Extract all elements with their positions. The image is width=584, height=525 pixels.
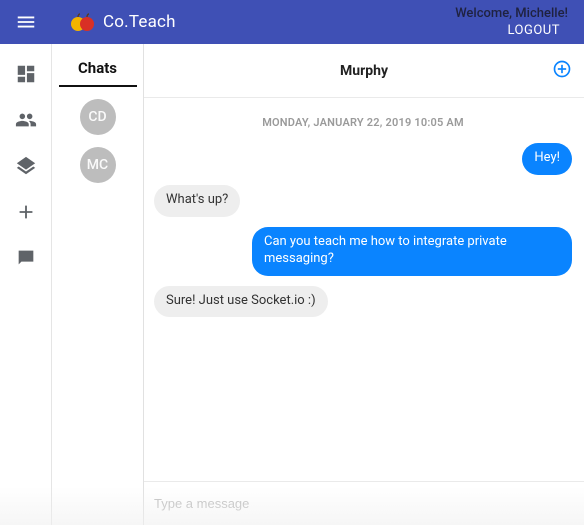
chat-main: Murphy MONDAY, JANUARY 22, 2019 10:05 AM…: [144, 44, 584, 525]
menu-button[interactable]: [0, 11, 52, 33]
sidebar-item-add[interactable]: [14, 200, 38, 224]
chat-list-item[interactable]: MC: [80, 147, 116, 183]
welcome-text: Welcome, Michelle!: [455, 6, 574, 21]
top-right: Welcome, Michelle! LOGOUT: [455, 0, 574, 44]
plus-circle-icon: [552, 59, 572, 79]
message-row: What's up?: [154, 185, 572, 217]
content: Chats CD MC Murphy MONDAY, JANUARY 22, 2…: [52, 44, 584, 525]
message-row: Sure! Just use Socket.io :): [154, 286, 572, 318]
icon-sidebar: [0, 44, 52, 525]
hamburger-icon: [15, 11, 37, 33]
chat-list-item[interactable]: CD: [80, 99, 116, 135]
add-participant-button[interactable]: [552, 59, 572, 83]
message-bubble-received: Sure! Just use Socket.io :): [154, 286, 328, 318]
logout-button[interactable]: LOGOUT: [507, 23, 574, 38]
brand: Co.Teach: [70, 12, 176, 32]
message-input[interactable]: [154, 496, 574, 511]
message-bubble-received: What's up?: [154, 185, 240, 217]
chats-panel: Chats CD MC: [52, 44, 144, 525]
top-bar: Co.Teach Welcome, Michelle! LOGOUT: [0, 0, 584, 44]
chat-icon: [15, 247, 37, 269]
message-composer: [144, 481, 584, 525]
chat-header: Murphy: [144, 44, 584, 98]
avatar-initials: CD: [88, 109, 106, 125]
people-icon: [15, 109, 37, 131]
brand-logo-icon: [70, 12, 98, 32]
message-row: Can you teach me how to integrate privat…: [154, 227, 572, 276]
message-bubble-sent: Hey!: [522, 143, 572, 175]
dashboard-icon: [15, 63, 37, 85]
avatar-initials: MC: [87, 157, 108, 173]
sidebar-item-dashboard[interactable]: [14, 62, 38, 86]
sidebar-item-people[interactable]: [14, 108, 38, 132]
chats-header: Chats: [59, 58, 137, 87]
sidebar-item-layers[interactable]: [14, 154, 38, 178]
message-list: MONDAY, JANUARY 22, 2019 10:05 AM Hey! W…: [144, 98, 584, 481]
chat-title: Murphy: [144, 63, 584, 79]
plus-icon: [15, 201, 37, 223]
message-row: Hey!: [154, 143, 572, 175]
layers-icon: [15, 155, 37, 177]
message-bubble-sent: Can you teach me how to integrate privat…: [252, 227, 572, 276]
sidebar-item-chat[interactable]: [14, 246, 38, 270]
chats-header-label: Chats: [78, 59, 117, 77]
date-separator: MONDAY, JANUARY 22, 2019 10:05 AM: [154, 116, 572, 129]
brand-text: Co.Teach: [103, 12, 176, 32]
